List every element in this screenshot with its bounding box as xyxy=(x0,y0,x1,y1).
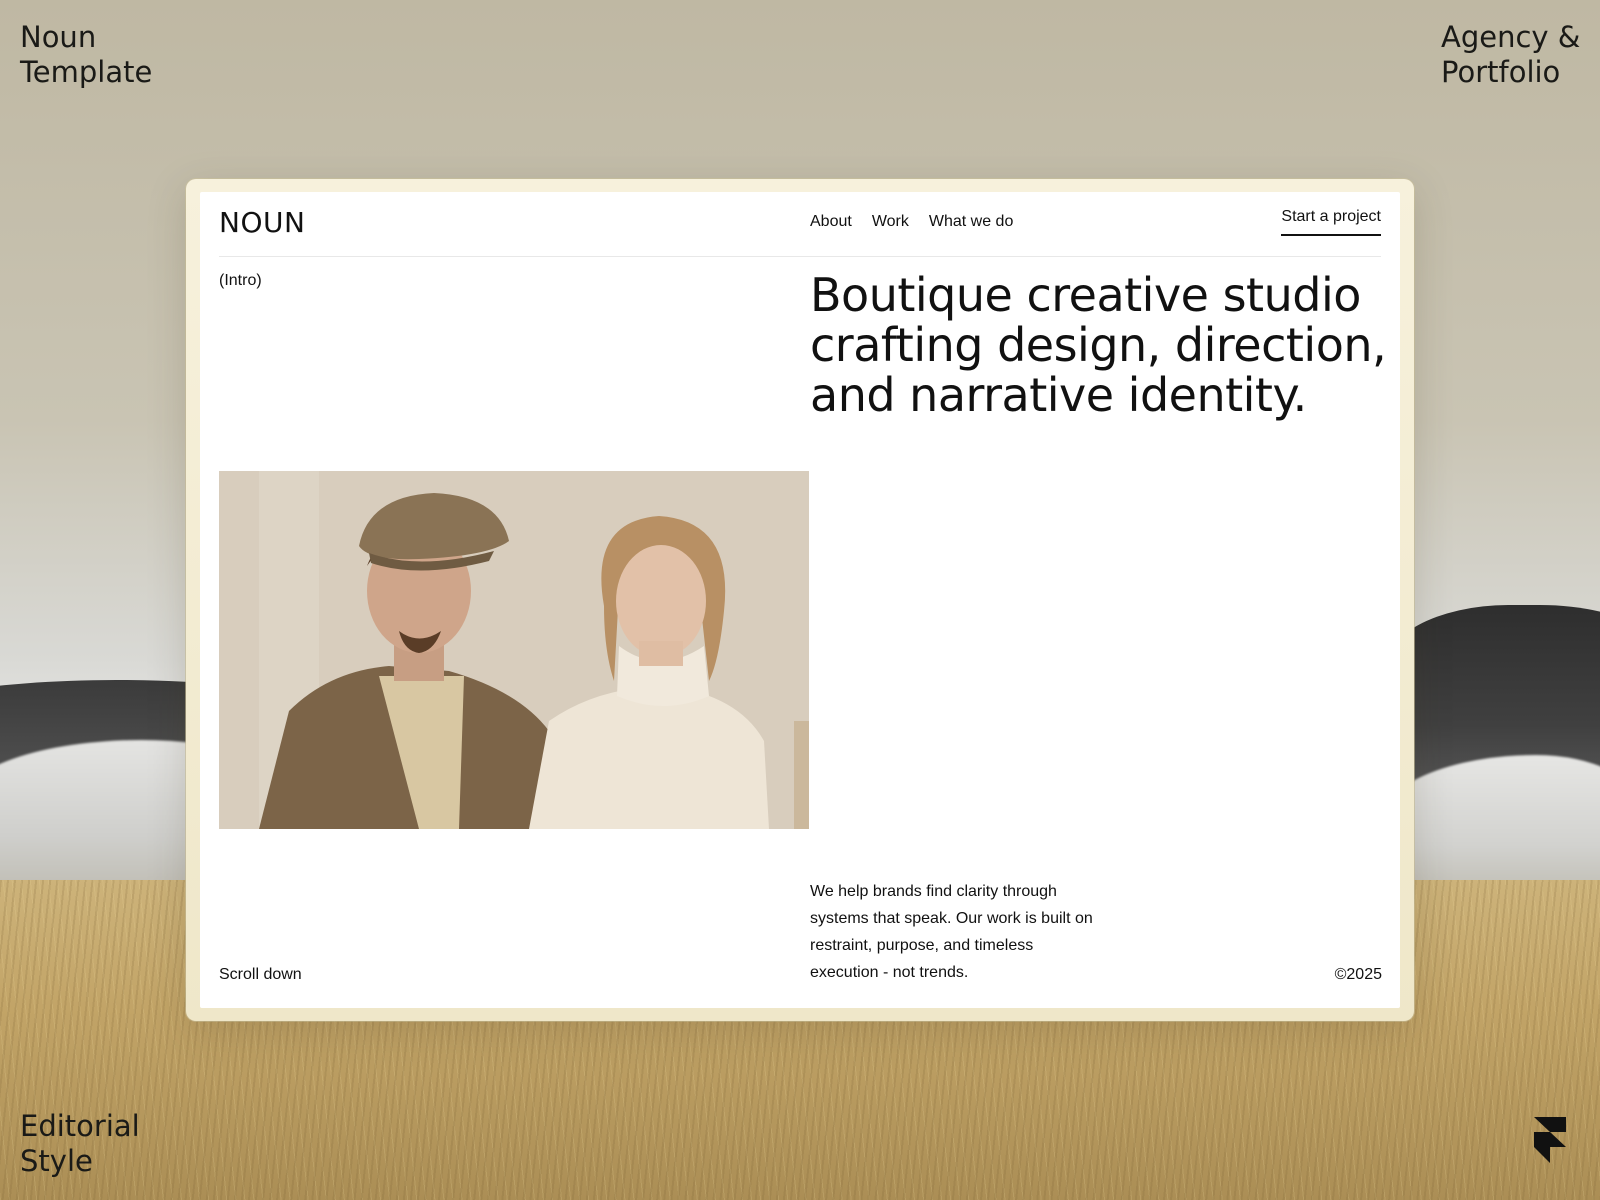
hero-headline: Boutique creative studio crafting design… xyxy=(810,268,1387,422)
website-preview: NOUN About Work What we do Start a proje… xyxy=(200,192,1400,1008)
corner-label-style: Editorial Style xyxy=(20,1109,140,1179)
browser-frame: NOUN About Work What we do Start a proje… xyxy=(186,179,1414,1021)
framer-logo-icon xyxy=(1534,1117,1566,1163)
intro-label: (Intro) xyxy=(219,272,262,289)
corner-label-category: Agency & Portfolio xyxy=(1441,20,1580,90)
start-project-button[interactable]: Start a project xyxy=(1281,208,1381,236)
corner-line: Agency & xyxy=(1441,20,1581,54)
nav-link-what-we-do[interactable]: What we do xyxy=(929,213,1013,231)
corner-line: Editorial xyxy=(20,1109,140,1143)
nav-link-work[interactable]: Work xyxy=(872,213,909,231)
nav-link-about[interactable]: About xyxy=(810,213,852,231)
intro-description: We help brands find clarity through syst… xyxy=(810,883,1093,981)
site-header: NOUN About Work What we do Start a proje… xyxy=(219,192,1381,257)
corner-line: Style xyxy=(20,1144,93,1178)
corner-label-template: Noun Template xyxy=(20,20,152,90)
corner-line: Template xyxy=(20,55,153,89)
portrait-illustration xyxy=(219,471,809,829)
corner-line: Noun xyxy=(20,20,97,54)
copyright-text: ©2025 xyxy=(1334,966,1382,983)
brand-logo[interactable]: NOUN xyxy=(219,206,305,239)
main-nav: About Work What we do xyxy=(810,213,1013,231)
hero-photo xyxy=(219,471,809,829)
scroll-down-link[interactable]: Scroll down xyxy=(219,966,302,984)
corner-line: Portfolio xyxy=(1441,55,1561,89)
